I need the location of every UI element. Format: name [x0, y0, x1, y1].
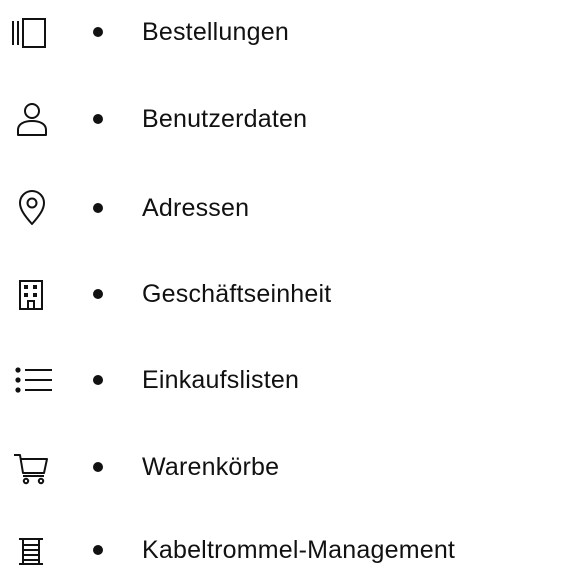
- menu-item-benutzerdaten[interactable]: Benutzerdaten: [0, 89, 575, 149]
- bullet: [93, 462, 103, 472]
- orders-icon: [6, 12, 58, 52]
- bullet: [93, 545, 103, 555]
- menu-item-label: Bestellungen: [142, 18, 289, 46]
- menu-item-einkaufslisten[interactable]: Einkaufslisten: [0, 350, 575, 410]
- building-icon: [6, 274, 58, 314]
- menu-item-warenkoerbe[interactable]: Warenkörbe: [0, 437, 575, 497]
- list-icon: [6, 360, 58, 400]
- bullet: [93, 114, 103, 124]
- user-icon: [6, 99, 58, 139]
- cart-icon: [6, 447, 58, 487]
- bullet: [93, 289, 103, 299]
- bullet: [93, 375, 103, 385]
- location-pin-icon: [6, 188, 58, 228]
- menu-item-label: Einkaufslisten: [142, 366, 300, 394]
- menu-item-label: Adressen: [142, 194, 250, 222]
- menu-item-label: Kabeltrommel-Management: [142, 536, 456, 564]
- cable-drum-icon: [6, 530, 58, 570]
- menu-item-label: Warenkörbe: [142, 453, 280, 481]
- menu-item-kabeltrommel-management[interactable]: Kabeltrommel-Management: [0, 520, 575, 580]
- menu-item-geschaeftseinheit[interactable]: Geschäftseinheit: [0, 264, 575, 324]
- menu-item-label: Geschäftseinheit: [142, 280, 332, 308]
- bullet: [93, 203, 103, 213]
- menu-item-adressen[interactable]: Adressen: [0, 178, 575, 238]
- account-menu: Bestellungen Benutzerdaten Adressen Gesc…: [0, 0, 575, 580]
- bullet: [93, 27, 103, 37]
- menu-item-label: Benutzerdaten: [142, 105, 308, 133]
- menu-item-bestellungen[interactable]: Bestellungen: [0, 2, 575, 62]
